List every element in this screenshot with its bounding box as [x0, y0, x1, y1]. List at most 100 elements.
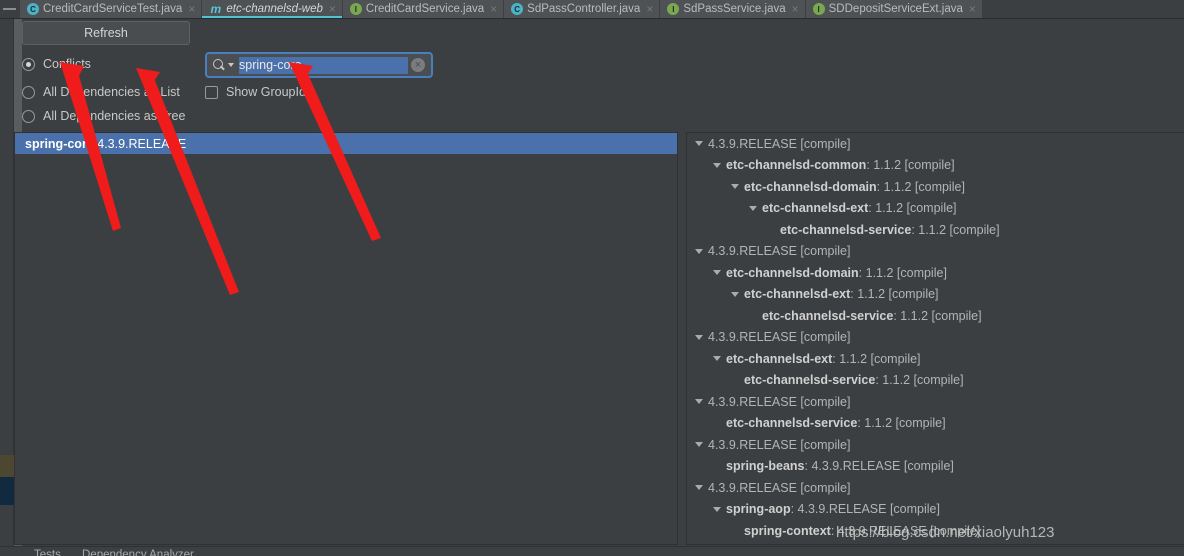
chevron-down-icon[interactable]	[713, 270, 721, 276]
watermark-text: https://blog.csdn.net/xiaolyuh123	[836, 524, 1055, 541]
chevron-down-icon[interactable]	[713, 162, 721, 168]
tree-row[interactable]: etc-channelsd-ext : 1.1.2 [compile]	[687, 284, 1184, 306]
tree-row-name: etc-channelsd-common	[726, 158, 867, 173]
close-icon[interactable]: ×	[790, 0, 799, 19]
tree-row-name: spring-aop	[726, 502, 791, 517]
interface-icon: I	[667, 3, 680, 15]
checkbox-indicator-groupid[interactable]	[205, 85, 218, 99]
search-icon	[213, 59, 225, 71]
chevron-down-icon[interactable]	[695, 442, 703, 448]
tree-row[interactable]: etc-channelsd-service : 1.1.2 [compile]	[687, 305, 1184, 327]
close-icon[interactable]: ×	[967, 0, 976, 19]
close-icon[interactable]: ×	[488, 0, 497, 19]
tree-row-name: etc-channelsd-service	[726, 416, 858, 431]
tree-row[interactable]: etc-channelsd-service : 1.1.2 [compile]	[687, 370, 1184, 392]
tree-row[interactable]: 4.3.9.RELEASE [compile]	[687, 327, 1184, 349]
chevron-down-icon[interactable]	[731, 291, 739, 297]
tree-row[interactable]: etc-channelsd-service : 1.1.2 [compile]	[687, 413, 1184, 435]
tree-row[interactable]: etc-channelsd-domain : 1.1.2 [compile]	[687, 176, 1184, 198]
tree-row[interactable]: etc-channelsd-domain : 1.1.2 [compile]	[687, 262, 1184, 284]
tree-row-name: etc-channelsd-domain	[726, 265, 859, 280]
chevron-down-icon[interactable]	[695, 141, 703, 147]
tree-row[interactable]: 4.3.9.RELEASE [compile]	[687, 133, 1184, 155]
tree-row-version: : 4.3.9.RELEASE [compile]	[790, 502, 940, 517]
editor-tab-creditcardservicetest[interactable]: C CreditCardServiceTest.java ×	[20, 0, 203, 19]
tree-row[interactable]: 4.3.9.RELEASE [compile]	[687, 477, 1184, 499]
tree-row[interactable]: spring-beans : 4.3.9.RELEASE [compile]	[687, 456, 1184, 478]
chevron-down-icon[interactable]	[695, 399, 703, 405]
tree-row-name: etc-channelsd-ext	[726, 351, 833, 366]
tree-row-version: : 1.1.2 [compile]	[911, 222, 1000, 237]
radio-all-dependencies-as-list[interactable]: All Dependencies as List	[22, 85, 180, 99]
tree-row-name: spring-context	[744, 523, 831, 538]
chevron-down-icon[interactable]	[731, 184, 739, 190]
close-icon[interactable]: ×	[186, 0, 195, 19]
checkbox-label-groupid: Show GroupId	[226, 85, 306, 99]
analyzer-controls: Refresh Conflicts All Dependencies as Li…	[22, 19, 1184, 132]
tree-row[interactable]: 4.3.9.RELEASE [compile]	[687, 391, 1184, 413]
tree-row[interactable]: etc-channelsd-ext : 1.1.2 [compile]	[687, 198, 1184, 220]
radio-label-list: All Dependencies as List	[43, 85, 180, 99]
chevron-down-icon[interactable]	[713, 356, 721, 362]
gutter-mark-warning	[0, 455, 14, 477]
chevron-down-icon[interactable]	[695, 485, 703, 491]
bottom-tab-tests[interactable]: Tests	[34, 549, 61, 556]
radio-indicator-conflicts[interactable]	[22, 57, 35, 71]
tree-row[interactable]: etc-channelsd-common : 1.1.2 [compile]	[687, 155, 1184, 177]
editor-tab-sdpasscontroller[interactable]: C SdPassController.java ×	[504, 0, 661, 19]
chevron-down-icon[interactable]	[695, 248, 703, 254]
editor-tab-label: etc-channelsd-web	[226, 2, 323, 15]
interface-icon: I	[349, 3, 362, 15]
editor-tab-bar: C CreditCardServiceTest.java × m etc-cha…	[0, 0, 1184, 19]
tree-row-version: 4.3.9.RELEASE [compile]	[708, 480, 851, 495]
idea-dependency-analyzer-window: C CreditCardServiceTest.java × m etc-cha…	[0, 0, 1184, 556]
radio-indicator-tree[interactable]	[22, 109, 35, 123]
tree-row-version: 4.3.9.RELEASE [compile]	[708, 136, 851, 151]
gutter-mark-selection	[0, 477, 14, 505]
tree-row-name: etc-channelsd-ext	[744, 287, 851, 302]
chevron-down-icon[interactable]	[695, 334, 703, 340]
chevron-down-icon[interactable]	[749, 205, 757, 211]
chevron-down-icon[interactable]	[228, 63, 234, 67]
list-item-version: 4.3.9.RELEASE	[97, 136, 187, 151]
search-input[interactable]: spring-core	[239, 56, 408, 74]
tree-row[interactable]: 4.3.9.RELEASE [compile]	[687, 241, 1184, 263]
dependency-tree-panel[interactable]: 4.3.9.RELEASE [compile] etc-channelsd-com…	[686, 132, 1184, 545]
search-field[interactable]: spring-core ×	[205, 52, 433, 78]
clear-search-icon[interactable]: ×	[411, 58, 425, 72]
tree-row-version: : 1.1.2 [compile]	[832, 351, 921, 366]
tree-row-version: 4.3.9.RELEASE [compile]	[708, 394, 851, 409]
tree-row[interactable]: 4.3.9.RELEASE [compile]	[687, 434, 1184, 456]
close-icon[interactable]: ×	[327, 0, 336, 19]
bottom-tab-dependency-analyzer[interactable]: Dependency Analyzer	[82, 549, 194, 556]
close-icon[interactable]: ×	[644, 0, 653, 19]
editor-tab-label: SdPassService.java	[683, 2, 786, 15]
tree-row-version: 4.3.9.RELEASE [compile]	[708, 244, 851, 259]
editor-tab-creditcardservice[interactable]: I CreditCardService.java ×	[342, 0, 505, 19]
tree-row-version: : 1.1.2 [compile]	[875, 373, 964, 388]
tree-row[interactable]: etc-channelsd-service : 1.1.2 [compile]	[687, 219, 1184, 241]
class-icon: C	[511, 3, 524, 15]
editor-tab-etc-channelsd-web[interactable]: m etc-channelsd-web ×	[202, 0, 343, 18]
tree-row-version: : 1.1.2 [compile]	[866, 158, 955, 173]
radio-indicator-list[interactable]	[22, 85, 35, 99]
tree-row[interactable]: etc-channelsd-ext : 1.1.2 [compile]	[687, 348, 1184, 370]
tree-row-version: : 1.1.2 [compile]	[858, 265, 947, 280]
editor-tab-sdpassservice[interactable]: I SdPassService.java ×	[660, 0, 806, 19]
conflicts-list-panel[interactable]: spring-core : 4.3.9.RELEASE	[14, 132, 678, 545]
tree-row-version: : 1.1.2 [compile]	[857, 416, 946, 431]
refresh-button[interactable]: Refresh	[22, 21, 190, 45]
tree-row-name: etc-channelsd-service	[744, 373, 876, 388]
tree-row[interactable]: spring-aop : 4.3.9.RELEASE [compile]	[687, 499, 1184, 521]
list-item[interactable]: spring-core : 4.3.9.RELEASE	[15, 133, 677, 154]
radio-all-dependencies-as-tree[interactable]: All Dependencies as Tree	[22, 109, 185, 123]
interface-icon: I	[812, 3, 825, 15]
editor-tab-sddepositserviceext[interactable]: I SDDepositServiceExt.java ×	[805, 0, 983, 19]
radio-conflicts[interactable]: Conflicts	[22, 57, 91, 71]
tree-row-name: etc-channelsd-ext	[762, 201, 869, 216]
checkbox-show-groupid[interactable]: Show GroupId	[205, 85, 306, 99]
chevron-down-icon[interactable]	[713, 506, 721, 512]
radio-label-tree: All Dependencies as Tree	[43, 109, 186, 123]
tree-row-name: etc-channelsd-service	[762, 308, 894, 323]
list-item-name: spring-core	[25, 136, 94, 151]
